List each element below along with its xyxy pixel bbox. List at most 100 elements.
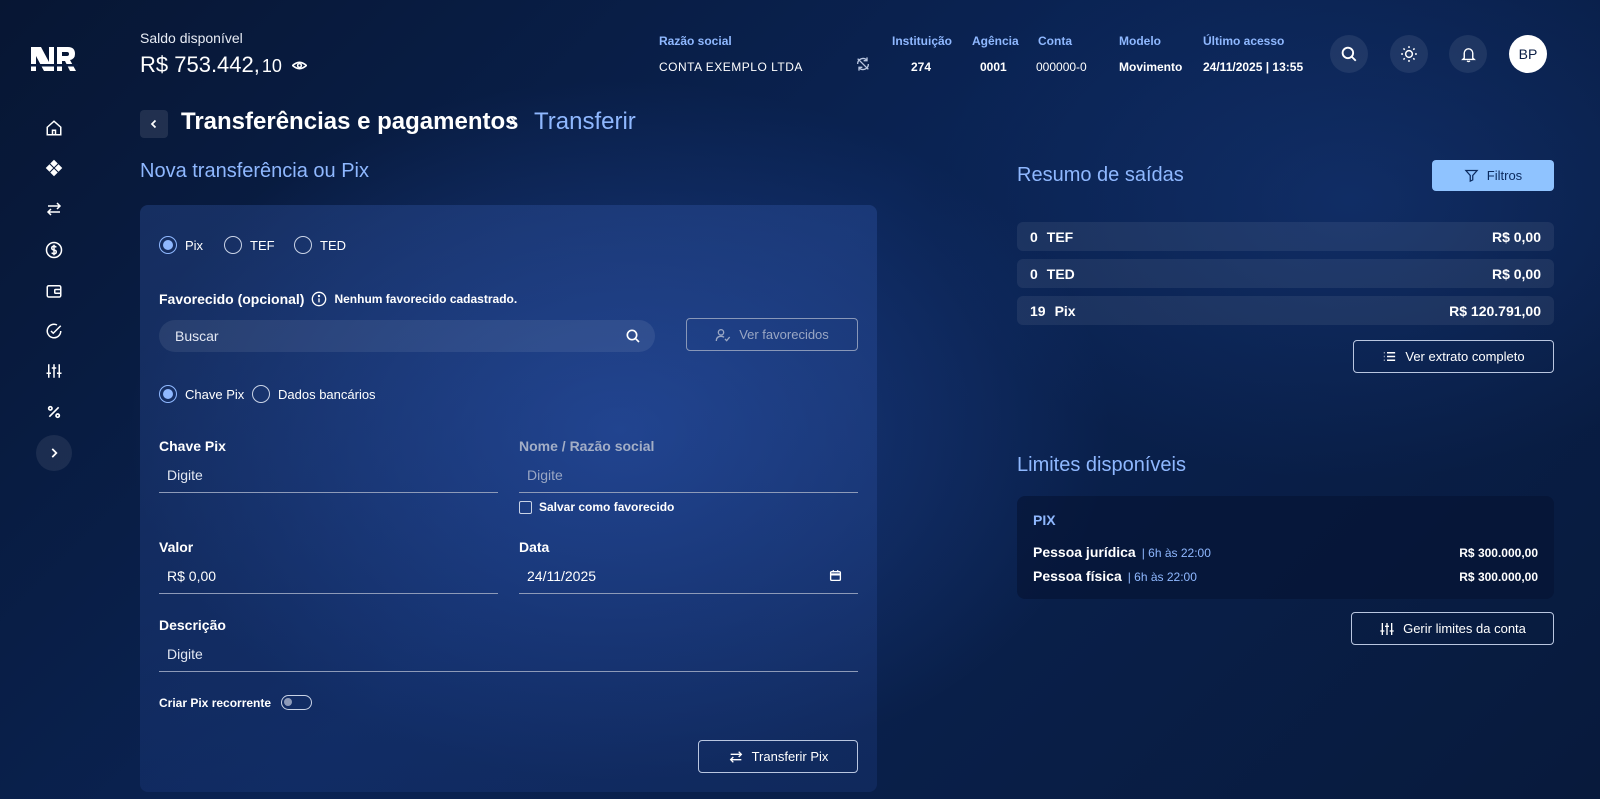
breadcrumb-parent[interactable]: Transferências e pagamentos (181, 108, 518, 136)
data-label: Data (519, 539, 550, 555)
agencia-value: 0001 (980, 60, 1007, 74)
chave-pix-field[interactable] (159, 457, 498, 493)
nrf-logo (30, 44, 78, 74)
descricao-field[interactable] (159, 636, 858, 672)
list-icon (1384, 351, 1396, 362)
notifications-button[interactable] (1449, 35, 1487, 73)
razao-social-value: CONTA EXEMPLO LTDA (659, 60, 803, 74)
back-button[interactable] (140, 110, 168, 138)
search-icon (1341, 46, 1357, 62)
nome-razao-field[interactable] (519, 457, 858, 493)
balance-main: R$ 753.442, (140, 52, 260, 77)
favorecido-label: Favorecido (opcional) Nenhum favorecido … (159, 291, 518, 307)
form-title: Nova transferência ou Pix (140, 160, 370, 182)
radio-indicator (294, 236, 312, 254)
info-icon (312, 291, 327, 307)
theme-toggle-button[interactable] (1390, 35, 1428, 73)
pix-recorrente-label: Criar Pix recorrente (159, 695, 272, 710)
ultimo-acesso-value: 24/11/2025 | 13:55 (1203, 60, 1304, 74)
valor-value[interactable]: R$ 0,00 (167, 568, 216, 584)
balance-label: Saldo disponível (140, 30, 243, 46)
transferir-pix-button[interactable]: Transferir Pix (698, 740, 858, 773)
sidebar-item-pix[interactable] (40, 154, 68, 182)
modelo-value: Movimento (1119, 60, 1183, 74)
radio-type-tef[interactable]: TEF (224, 236, 275, 254)
sliders-icon (1380, 622, 1394, 635)
radio-indicator (252, 385, 270, 403)
search-icon[interactable] (625, 328, 641, 344)
summary-title: Resumo de saídas (1017, 164, 1184, 186)
pix-icon (45, 159, 63, 177)
favorecido-search[interactable] (159, 320, 655, 352)
home-icon (46, 120, 62, 136)
sidebar-item-percent[interactable] (40, 398, 68, 426)
radio-type-pix[interactable]: Pix (159, 236, 203, 254)
data-value[interactable]: 24/11/2025 (527, 568, 596, 584)
sidebar-item-transfer[interactable] (40, 195, 68, 223)
chevron-left-icon (150, 119, 157, 129)
filtros-button[interactable]: Filtros (1432, 160, 1554, 191)
descricao-input[interactable] (167, 645, 858, 662)
limits-title: Limites disponíveis (1017, 454, 1186, 476)
sidebar-item-wallet[interactable] (40, 277, 68, 305)
sidebar-item-settings[interactable] (40, 357, 68, 385)
nome-razao-label: Nome / Razão social (519, 438, 655, 454)
chave-pix-label: Chave Pix (159, 438, 226, 454)
checkbox-box[interactable] (519, 500, 532, 514)
breadcrumb-separator-icon (506, 115, 518, 127)
salvar-favorecido-checkbox[interactable]: Salvar como favorecido (519, 500, 674, 514)
radio-indicator (224, 236, 242, 254)
conta-value: 000000-0 (1036, 60, 1087, 74)
agencia-label: Agência (972, 34, 1019, 48)
gerir-limites-button[interactable]: Gerir limites da conta (1351, 612, 1554, 645)
radio-indicator (159, 236, 177, 254)
sun-icon (1401, 46, 1417, 62)
limit-row: Pessoa jurídica | 6h às 22:00 R$ 300.000,… (1033, 544, 1538, 560)
percent-icon (47, 405, 61, 419)
conta-label: Conta (1038, 34, 1072, 48)
sliders-icon (46, 364, 62, 378)
toggle-balance-visibility[interactable] (291, 58, 307, 73)
nome-razao-input[interactable] (527, 466, 858, 483)
user-avatar[interactable]: BP (1509, 35, 1547, 73)
calendar-icon[interactable] (829, 569, 842, 582)
favorecido-note: Nenhum favorecido cadastrado. (334, 292, 518, 306)
user-check-icon (715, 328, 731, 342)
search-button[interactable] (1330, 35, 1368, 73)
valor-field[interactable]: R$ 0,00 (159, 558, 498, 594)
sidebar-item-home[interactable] (40, 114, 68, 142)
valor-label: Valor (159, 539, 194, 555)
ver-extrato-button[interactable]: Ver extrato completo (1353, 340, 1554, 373)
transfer-icon (46, 202, 62, 216)
instituicao-value: 274 (911, 60, 932, 74)
breadcrumb-current: Transferir (534, 108, 636, 135)
ver-favorecidos-button[interactable]: Ver favorecidos (686, 318, 858, 351)
sidebar-expand-button[interactable] (36, 435, 72, 471)
chave-pix-input[interactable] (167, 466, 498, 483)
pix-recorrente-toggle[interactable] (281, 695, 313, 710)
sync-icon (856, 57, 870, 71)
balance-cents: 10 (261, 56, 282, 76)
search-input[interactable] (175, 328, 615, 344)
summary-row: 0 TEF R$ 0,00 (1017, 222, 1554, 251)
descricao-label: Descrição (159, 617, 226, 633)
transfer-icon (729, 750, 742, 763)
modelo-label: Modelo (1119, 34, 1161, 48)
limits-category: PIX (1033, 512, 1056, 528)
switch-account-button[interactable] (855, 56, 871, 72)
instituicao-label: Instituição (892, 34, 953, 48)
wallet-icon (46, 285, 62, 298)
radio-type-ted[interactable]: TED (294, 236, 346, 254)
pix-recorrente-row: Criar Pix recorrente (159, 695, 313, 710)
radio-mode-dados-bancarios[interactable]: Dados bancários (252, 385, 376, 403)
sidebar-item-payments[interactable] (40, 236, 68, 264)
dollar-icon (45, 241, 63, 259)
razao-social-label: Razão social (659, 34, 732, 48)
summary-row: 19 Pix R$ 120.791,00 (1017, 296, 1554, 325)
sidebar-item-approvals[interactable] (40, 317, 68, 345)
radio-mode-chave-pix[interactable]: Chave Pix (159, 385, 244, 403)
bell-icon (1460, 47, 1476, 62)
data-field[interactable]: 24/11/2025 (519, 558, 858, 594)
limit-row: Pessoa física | 6h às 22:00 R$ 300.000,00 (1033, 568, 1538, 584)
filter-icon (1464, 169, 1479, 183)
